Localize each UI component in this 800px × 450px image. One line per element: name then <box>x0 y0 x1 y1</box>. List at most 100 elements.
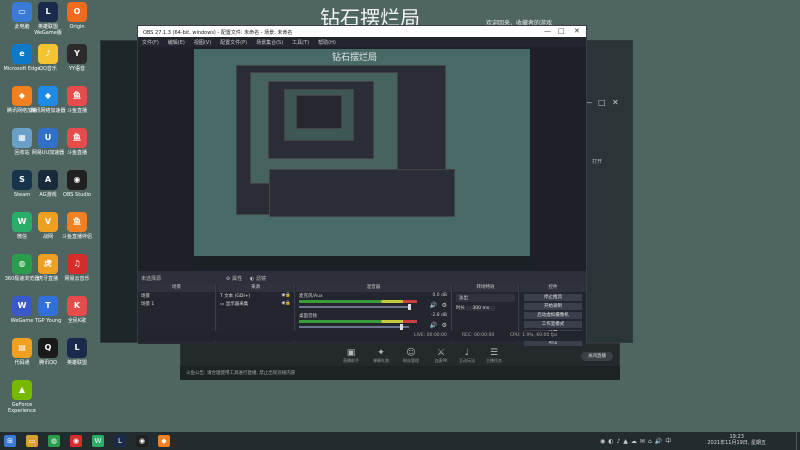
virtual-camera-button[interactable]: 启动虚拟摄像机 <box>524 312 582 319</box>
speaker-icon[interactable]: 🔊 <box>430 322 437 329</box>
stop-streaming-button[interactable]: 停止推流 <box>524 294 582 301</box>
scene-item[interactable]: 场景 1 <box>138 300 215 308</box>
filters-button[interactable]: ◐ 滤镜 <box>250 275 266 282</box>
desktop-icon[interactable]: K 全民K歌 <box>57 296 97 324</box>
tool-gifts[interactable]: ✦ 弹幕礼物 <box>371 348 391 364</box>
task-icon: ☰ <box>489 348 499 358</box>
transition-select[interactable]: 淡出 <box>456 294 515 302</box>
clock[interactable]: 19:23 2021年11月19日, 星期五 <box>707 434 766 446</box>
tool-pk[interactable]: ⚔ 连麦PK <box>431 348 451 364</box>
desktop-icon[interactable]: O Origin <box>57 2 97 30</box>
app-icon: 虎 <box>38 254 58 274</box>
app-open-tab[interactable]: 打开 <box>592 158 602 165</box>
studio-mode-button[interactable]: 工作室模式 <box>524 321 582 328</box>
start-recording-button[interactable]: 开始录制 <box>524 303 582 310</box>
close-icon[interactable]: ✕ <box>574 27 580 35</box>
menu-file[interactable]: 文件(F) <box>142 39 159 46</box>
taskbar-app-icon[interactable]: L <box>114 435 126 447</box>
taskbar-app-icon[interactable]: ◉ <box>136 435 148 447</box>
gear-icon[interactable]: ⚙ <box>442 302 447 309</box>
nested-status <box>194 256 530 268</box>
sources-header: 来源 <box>217 284 294 292</box>
desktop-icon-label: 斗鱼直播 <box>66 150 87 156</box>
app-icon: Q <box>38 338 58 358</box>
rec-timer: REC: 00:00:00 <box>462 333 495 338</box>
obs-preview-area[interactable]: 钻石摆烂局 <box>138 47 586 271</box>
obs-title-text: OBS 27.1.3 (64-bit, windows) - 配置文件: 未命名… <box>143 30 293 36</box>
menu-scene-collection[interactable]: 场景集合(S) <box>256 39 283 46</box>
desktop-icon[interactable]: Y YY语音 <box>57 44 97 72</box>
app-icon: L <box>38 2 58 22</box>
scene-item[interactable]: 场景 <box>138 292 215 300</box>
eye-icon[interactable]: ◉🔒 <box>281 301 291 306</box>
tool-tasks[interactable]: ☰ 主播任务 <box>484 348 504 364</box>
menu-tools[interactable]: 工具(T) <box>292 39 309 46</box>
desktop-icon-label: GeForce Experience <box>8 402 36 414</box>
properties-button[interactable]: ⚙ 属性 <box>226 275 242 282</box>
preview-watermark: 钻石摆烂局 <box>332 53 378 63</box>
monitor-icon: ▣ <box>346 348 356 358</box>
app-icon: ♪ <box>38 44 58 64</box>
desktop-icon-label: YY语音 <box>68 66 86 72</box>
scenes-header: 场景 <box>138 284 215 292</box>
system-tray[interactable]: ◉◐♪▲☁✉⌂🔊中 <box>600 436 674 445</box>
speaker-icon[interactable]: 🔊 <box>430 302 437 309</box>
app-icon: ◆ <box>38 86 58 106</box>
close-icon[interactable]: ✕ <box>612 98 619 107</box>
tool-interact[interactable]: ♩ 互动玩法 <box>457 348 477 364</box>
taskbar-app-icon[interactable]: W <box>92 435 104 447</box>
mixer-db: -2.8 dB <box>430 313 447 318</box>
volume-slider-knob[interactable] <box>400 324 403 330</box>
preview-canvas[interactable]: 钻石摆烂局 <box>194 49 530 268</box>
controls-header: 控件 <box>520 284 586 292</box>
duration-input[interactable]: 300 ms <box>466 306 496 311</box>
mixer-channel-mic: 麦克风/Aux 0.0 dB 🔊 ⚙ <box>296 292 451 312</box>
show-desktop-button[interactable] <box>796 432 800 450</box>
desktop-icon[interactable]: ▲ GeForce Experience <box>2 380 42 414</box>
volume-slider-knob[interactable] <box>408 304 411 310</box>
transition-duration: 时长 300 ms <box>453 304 518 312</box>
menu-profile[interactable]: 配置文件(P) <box>220 39 247 46</box>
desktop: 钻石摆烂局 ▭ 此电脑 L 英雄联盟WeGame版 O Origin e Microsoft … <box>0 0 800 432</box>
tool-fans[interactable]: ☺ 粉丝管理 <box>401 348 421 364</box>
app-icon: ▲ <box>12 380 32 400</box>
source-item[interactable]: T 文本 (GDI+) ◉🔒 <box>217 292 294 300</box>
mic-icon: ♩ <box>464 348 470 358</box>
gift-icon: ✦ <box>377 348 385 358</box>
taskbar-app-icon[interactable]: ▭ <box>26 435 38 447</box>
mixer-channel-name: 麦克风/Aux <box>299 294 323 299</box>
desktop-icon[interactable]: 鱼斗鱼直播 <box>57 86 97 114</box>
desktop-icon[interactable]: 鱼斗鱼直播伴侣 <box>57 212 97 240</box>
no-source-selected-label: 未选择源 <box>141 276 162 282</box>
volume-slider[interactable] <box>299 326 409 328</box>
menu-help[interactable]: 帮助(H) <box>318 39 336 46</box>
nested-obs-window <box>269 169 455 217</box>
taskbar-app-icon[interactable]: ◉ <box>70 435 82 447</box>
close-live-button[interactable]: 关闭直播 <box>581 352 613 361</box>
obs-statusbar: LIVE: 00:00:00 REC: 00:00:00 CPU: 1.9%, … <box>138 331 586 341</box>
minimize-icon[interactable]: — <box>544 27 551 35</box>
taskbar-app-icon[interactable]: ◆ <box>158 435 170 447</box>
taskbar-app-icon[interactable]: ◍ <box>48 435 60 447</box>
pk-icon: ⚔ <box>436 348 446 358</box>
desktop-icon[interactable]: ◉ OBS Studio <box>57 170 97 198</box>
mixer-header: 混音器 <box>296 284 451 292</box>
maximize-icon[interactable]: □ <box>558 27 565 35</box>
menu-view[interactable]: 视图(V) <box>194 39 211 46</box>
desktop-icon-label: Origin <box>69 24 85 30</box>
maximize-icon[interactable]: □ <box>598 98 606 107</box>
eye-icon[interactable]: ◉🔒 <box>281 293 291 298</box>
desktop-icon[interactable]: ♫ 网易云音乐 <box>57 254 97 282</box>
desktop-icon[interactable]: 鱼斗鱼直播 <box>57 128 97 156</box>
obs-source-toolbar: 未选择源 ⚙ 属性 ◐ 滤镜 <box>138 272 586 284</box>
source-item[interactable]: ▭ 显示器采集 ◉🔒 <box>217 300 294 308</box>
tool-stream-assistant[interactable]: ▣ 直播助手 <box>341 348 361 364</box>
volume-slider[interactable] <box>299 306 409 308</box>
desktop-icon-label: 斗鱼直播 <box>66 108 87 114</box>
app-icon: T <box>38 296 58 316</box>
start-button[interactable]: ⊞ <box>4 435 16 447</box>
desktop-icon[interactable]: L 英雄联盟 <box>57 338 97 366</box>
app-icon: A <box>38 170 58 190</box>
gear-icon[interactable]: ⚙ <box>442 322 447 329</box>
menu-edit[interactable]: 编辑(E) <box>168 39 185 46</box>
